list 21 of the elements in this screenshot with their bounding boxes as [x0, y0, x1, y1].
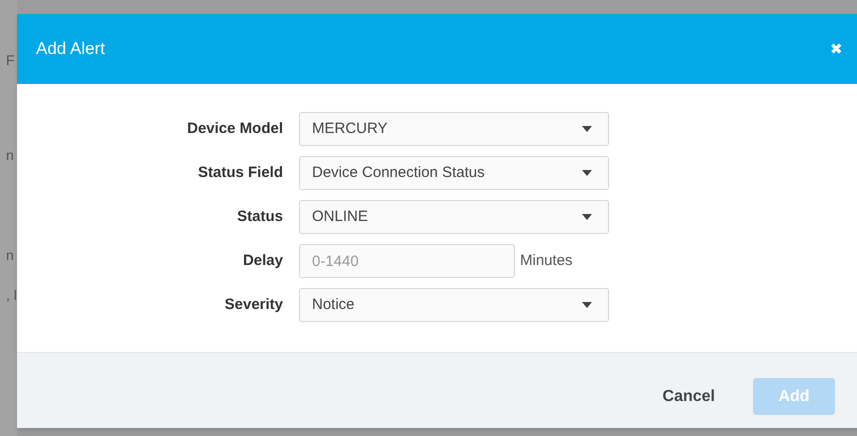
field-label: Status: [236, 206, 284, 227]
input-field[interactable]: 0-1440: [299, 244, 515, 278]
field-label: Severity: [224, 294, 284, 315]
caret-icon: [582, 170, 592, 176]
field-label: Delay: [242, 250, 284, 271]
caret-icon: [582, 302, 592, 308]
cancel-button[interactable]: Cancel: [662, 384, 715, 408]
dropdown[interactable]: MERCURY: [299, 112, 609, 146]
dropdown[interactable]: ONLINE: [299, 200, 609, 234]
caret-icon: [582, 126, 592, 132]
dropdown[interactable]: Notice: [299, 288, 609, 322]
caret-icon: [582, 214, 592, 220]
background-text: F: [6, 51, 15, 70]
field-label: Device Model: [186, 118, 284, 139]
background-text: n: [6, 246, 14, 265]
unit-label: Minutes: [520, 250, 573, 271]
dialog-title: Add Alert: [36, 38, 105, 60]
field-label: Status Field: [196, 162, 284, 183]
background-text: n: [6, 146, 14, 165]
dropdown[interactable]: Device Connection Status: [299, 156, 609, 190]
background-text: , l: [6, 286, 17, 305]
